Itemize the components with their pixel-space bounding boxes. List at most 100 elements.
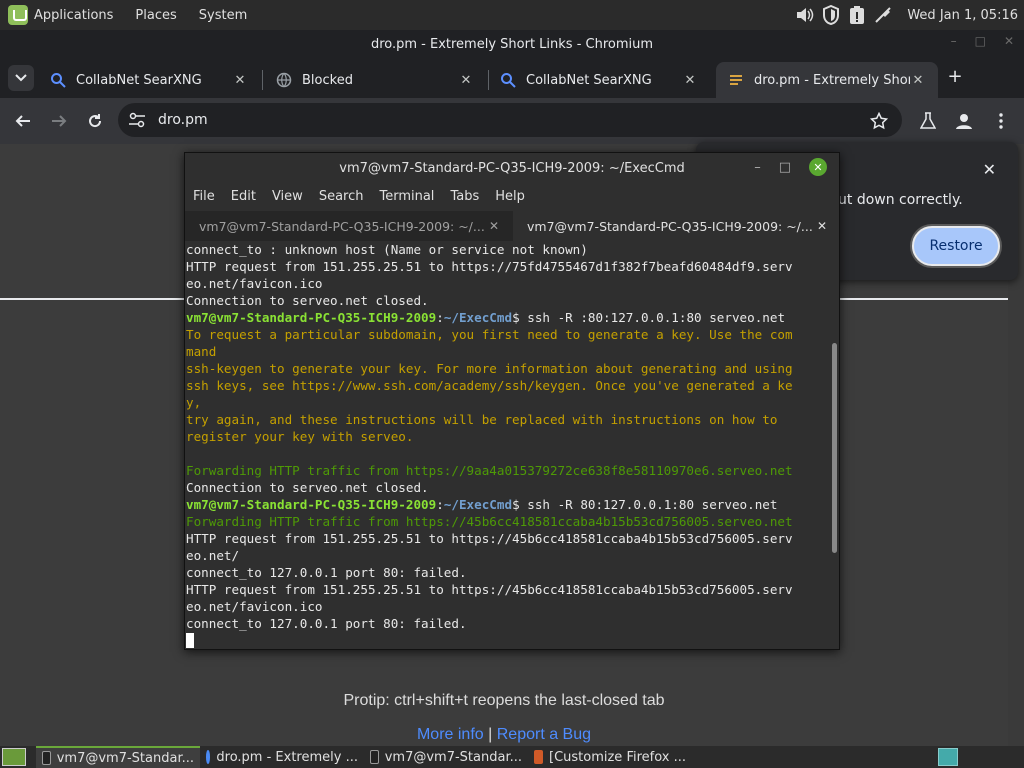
terminal-scrollbar[interactable] [832,343,837,553]
terminal-line [186,632,839,649]
prompt-path: ~/ExecCmd [443,310,513,325]
tab-collabnet-1[interactable]: CollabNet SearXNG ✕ [38,62,260,98]
forward-button[interactable] [47,109,71,133]
maximize-icon[interactable]: □ [779,160,791,175]
chromium-icon [206,750,211,764]
menu-help[interactable]: Help [495,189,525,204]
close-icon[interactable]: ✕ [487,219,501,233]
close-icon[interactable]: ✕ [815,219,829,233]
workspace-switcher-icon[interactable] [938,748,958,766]
site-info-icon[interactable] [128,112,146,128]
search-icon [501,73,516,88]
applications-menu[interactable]: Applications [34,8,113,23]
tab-separator [262,70,263,90]
url-text[interactable]: dro.pm [158,112,208,128]
tab-close-icon[interactable]: ✕ [910,73,926,88]
footer-links: More info | Report a Bug [0,726,1008,744]
labs-flask-icon[interactable] [916,109,940,133]
terminal-line: Forwarding HTTP traffic from https://9aa… [186,463,793,478]
more-info-link[interactable]: More info [417,726,484,743]
task-chromium[interactable]: dro.pm - Extremely ... [200,746,364,768]
terminal-tab-2[interactable]: vm7@vm7-Standard-PC-Q35-ICH9-2009: ~/...… [513,211,839,241]
restore-button[interactable]: Restore [912,226,1000,266]
menu-edit[interactable]: Edit [231,189,256,204]
tab-close-icon[interactable]: ✕ [682,73,698,88]
network-disconnected-icon[interactable] [873,5,893,25]
terminal-line: eo.net/ [186,548,240,563]
tab-close-icon[interactable]: ✕ [458,73,474,88]
task-terminal-1[interactable]: vm7@vm7-Standar... [36,746,200,768]
close-icon[interactable]: ✕ [809,158,827,176]
menu-kebab-icon[interactable] [989,109,1013,133]
globe-icon [276,72,292,88]
show-desktop-icon[interactable] [2,748,26,766]
volume-icon[interactable] [795,5,815,25]
firefox-icon [534,750,543,764]
tab-title: CollabNet SearXNG [76,72,202,88]
terminal-titlebar[interactable]: vm7@vm7-Standard-PC-Q35-ICH9-2009: ~/Exe… [185,153,839,183]
system-menu[interactable]: System [199,8,247,23]
reload-button[interactable] [83,109,107,133]
menu-tabs[interactable]: Tabs [450,189,479,204]
task-terminal-2[interactable]: vm7@vm7-Standar... [364,746,528,768]
tab-blocked[interactable]: Blocked ✕ [264,62,486,98]
menu-file[interactable]: File [193,189,215,204]
maximize-icon[interactable]: □ [975,34,986,48]
shield-icon[interactable] [821,5,841,25]
search-icon [51,73,66,88]
link-separator: | [488,726,493,743]
clock[interactable]: Wed Jan 1, 05:16 [907,8,1018,23]
command-text: ssh -R 80:127.0.0.1:80 serveo.net [519,497,778,512]
address-bar[interactable]: dro.pm [118,103,902,137]
reload-icon [89,114,102,128]
menu-terminal[interactable]: Terminal [379,189,434,204]
menu-view[interactable]: View [272,189,303,204]
system-tray: Wed Jan 1, 05:16 [795,0,1018,30]
browser-titlebar: dro.pm - Extremely Short Links - Chromiu… [0,30,1024,58]
report-bug-link[interactable]: Report a Bug [497,726,591,743]
prompt-separator: : [436,310,444,325]
top-panel: Applications Places System Wed Jan 1, 05… [0,0,1024,30]
mint-logo-icon[interactable] [8,5,28,25]
site-icon [730,75,742,85]
terminal-output[interactable]: connect_to : unknown host (Name or servi… [185,241,839,649]
tab-close-icon[interactable]: ✕ [232,73,248,88]
terminal-tabbar: vm7@vm7-Standard-PC-Q35-ICH9-2009: ~/...… [185,211,839,241]
prompt-dollar: $ [512,497,520,512]
browser-toolbar: dro.pm [0,98,1024,144]
terminal-line: mand [186,344,217,359]
terminal-line: ssh-keygen to generate your key. For mor… [186,361,793,376]
minimize-icon[interactable]: – [951,34,957,48]
terminal-line: y, [186,395,202,410]
task-label: vm7@vm7-Standar... [384,749,522,765]
terminal-line: Connection to serveo.net closed. [186,293,429,308]
terminal-menubar: File Edit View Search Terminal Tabs Help [185,183,839,209]
menu-search[interactable]: Search [319,189,364,204]
minimize-icon[interactable]: – [754,160,761,175]
terminal-title: vm7@vm7-Standard-PC-Q35-ICH9-2009: ~/Exe… [339,160,685,176]
tab-search-button[interactable] [8,65,34,91]
bookmark-star-icon[interactable] [867,109,891,133]
terminal-tab-label: vm7@vm7-Standard-PC-Q35-ICH9-2009: ~/... [199,218,485,234]
terminal-line: eo.net/favicon.ico [186,599,323,614]
places-menu[interactable]: Places [135,8,176,23]
terminal-tab-1[interactable]: vm7@vm7-Standard-PC-Q35-ICH9-2009: ~/...… [185,211,511,241]
terminal-window-controls: – □ ✕ [754,158,827,176]
bottom-taskbar: vm7@vm7-Standar... dro.pm - Extremely ..… [0,746,1024,768]
close-icon[interactable]: ✕ [1004,34,1014,48]
tab-title: CollabNet SearXNG [526,72,652,88]
back-button[interactable] [11,109,35,133]
alert-clipboard-icon[interactable] [847,5,867,25]
task-label: dro.pm - Extremely ... [216,749,358,765]
tab-collabnet-2[interactable]: CollabNet SearXNG ✕ [488,62,710,98]
task-label: vm7@vm7-Standar... [56,750,194,766]
task-firefox[interactable]: [Customize Firefox ... [528,746,692,768]
new-tab-button[interactable]: + [944,66,966,88]
prompt-separator: : [436,497,444,512]
terminal-cursor [186,633,194,648]
tab-dropm[interactable]: dro.pm - Extremely Short Links ✕ [716,62,938,98]
close-icon[interactable]: ✕ [983,160,996,179]
profile-avatar-icon[interactable] [952,109,976,133]
tab-title: Blocked [302,72,353,88]
terminal-window: vm7@vm7-Standard-PC-Q35-ICH9-2009: ~/Exe… [184,152,840,650]
